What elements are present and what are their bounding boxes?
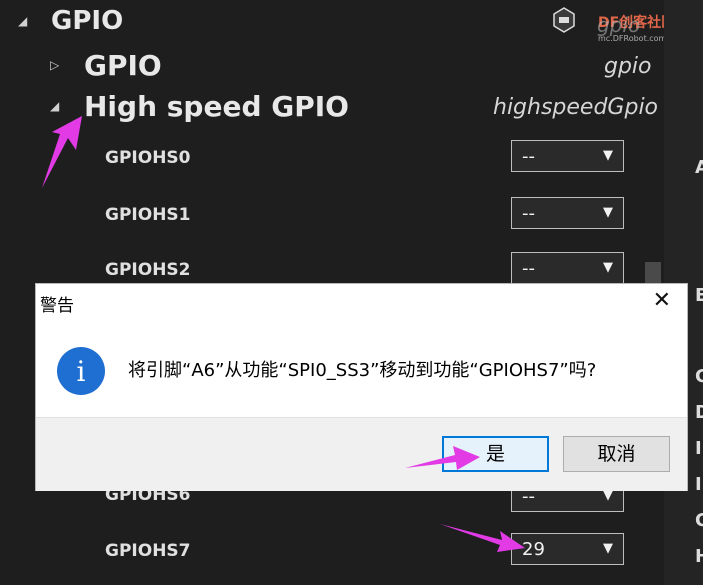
close-icon[interactable]: ✕ xyxy=(653,288,671,313)
right-panel-letter: A xyxy=(695,157,703,178)
pin-select-value: -- xyxy=(522,258,535,279)
right-panel-letter: E xyxy=(695,285,703,306)
dropdown-arrow-icon: ▼ xyxy=(603,541,613,556)
tree-root-label: GPIO xyxy=(51,6,124,36)
pin-label-gpiohs2: GPIOHS2 xyxy=(105,260,191,280)
pin-select-value: -- xyxy=(522,203,535,224)
pin-label-gpiohs0: GPIOHS0 xyxy=(105,148,191,168)
dialog-footer: 是 取消 xyxy=(36,417,687,491)
tree-gpio-label: GPIO xyxy=(84,49,162,82)
tree-highspeed-label: High speed GPIO xyxy=(84,90,349,123)
pin-select-gpiohs0[interactable]: -- ▼ xyxy=(511,140,624,172)
expand-toggle-root[interactable]: ◢ xyxy=(18,14,27,28)
pin-label-gpiohs1: GPIOHS1 xyxy=(105,205,191,225)
right-panel-letter: I xyxy=(695,474,702,495)
right-panel-letter: C xyxy=(695,366,703,387)
dfrobot-logo-icon xyxy=(552,6,576,34)
dropdown-arrow-icon: ▼ xyxy=(603,260,613,275)
scrollbar-thumb[interactable] xyxy=(645,262,661,285)
pin-select-value: 29 xyxy=(522,539,545,560)
pin-select-value: -- xyxy=(522,146,535,167)
right-panel-letter: H xyxy=(695,546,703,567)
right-panel-letter: I xyxy=(695,438,702,459)
right-panel-letter: C xyxy=(695,510,703,531)
expand-toggle-gpio[interactable]: ▷ xyxy=(50,58,59,72)
info-icon: i xyxy=(56,346,106,396)
tree-highspeed-tag: highspeedGpio xyxy=(493,95,659,120)
pin-select-gpiohs7[interactable]: 29 ▼ xyxy=(511,533,624,565)
expand-toggle-highspeed[interactable]: ◢ xyxy=(50,99,59,113)
annotation-arrow-icon xyxy=(42,116,82,188)
dropdown-arrow-icon: ▼ xyxy=(603,148,613,163)
info-icon-glyph: i xyxy=(77,355,86,388)
tree-gpio-tag: gpio xyxy=(604,54,652,79)
pin-select-gpiohs2[interactable]: -- ▼ xyxy=(511,252,624,284)
dropdown-arrow-icon: ▼ xyxy=(603,205,613,220)
dialog-title: 警告 xyxy=(40,296,74,316)
warning-dialog: 警告 ✕ i 将引脚“A6”从功能“SPI0_SS3”移动到功能“GPIOHS7… xyxy=(35,283,688,491)
right-panel-letter: D xyxy=(695,402,703,423)
pin-label-gpiohs7: GPIOHS7 xyxy=(105,541,191,561)
yes-button[interactable]: 是 xyxy=(442,436,549,472)
cancel-button[interactable]: 取消 xyxy=(563,436,670,472)
dialog-message: 将引脚“A6”从功能“SPI0_SS3”移动到功能“GPIOHS7”吗? xyxy=(128,360,597,381)
pin-select-gpiohs1[interactable]: -- ▼ xyxy=(511,197,624,229)
